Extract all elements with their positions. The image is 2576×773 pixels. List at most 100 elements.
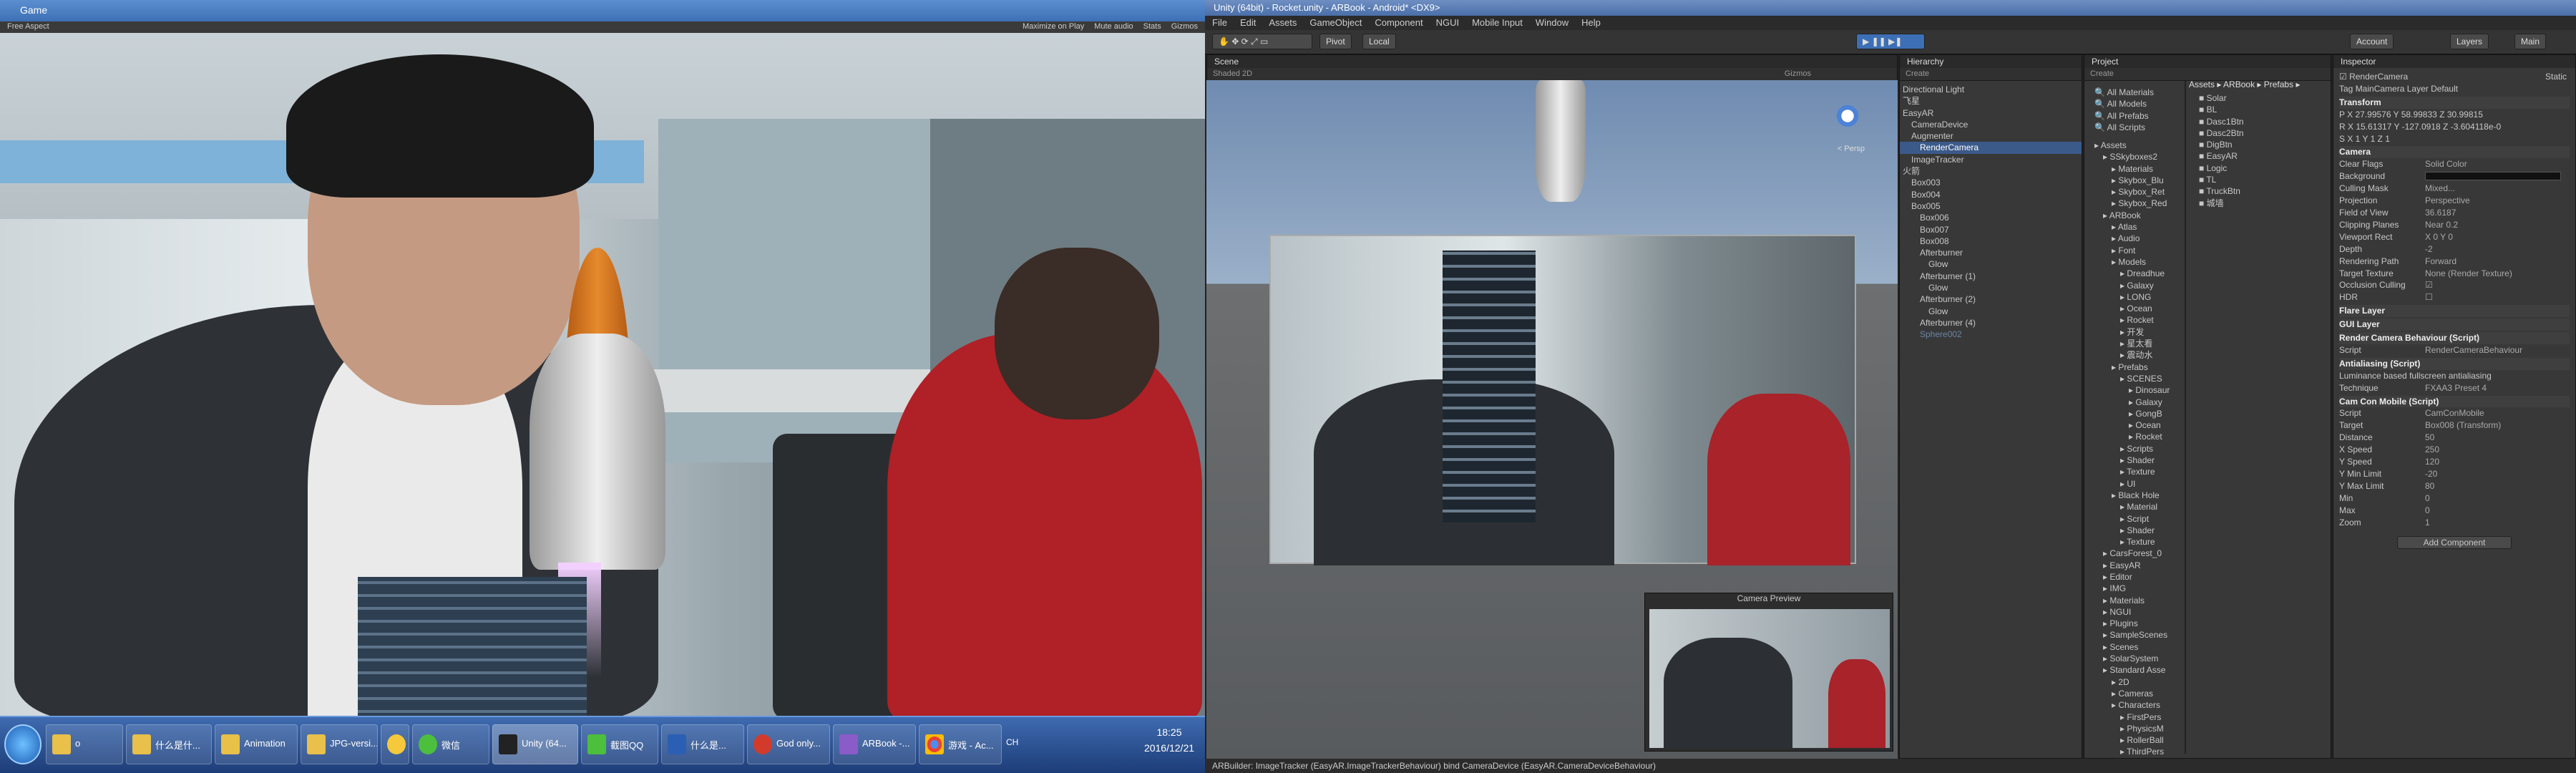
menu-edit[interactable]: Edit (1240, 17, 1256, 29)
scene-building-model[interactable] (1443, 251, 1536, 522)
camera-property-value[interactable]: Mixed... (2425, 183, 2455, 195)
camcon-property-value[interactable]: 80 (2425, 480, 2434, 492)
scene-shuttle-model[interactable] (1536, 80, 1586, 202)
camcon-property-value[interactable]: -20 (2425, 468, 2437, 480)
add-component-button[interactable]: Add Component (2397, 535, 2512, 550)
camera-property-value[interactable]: ☐ (2425, 291, 2433, 303)
maximize-on-play-toggle[interactable]: Maximize on Play (1023, 22, 1084, 31)
camcon-property-value[interactable]: 1 (2425, 517, 2430, 529)
hierarchy-item[interactable]: Afterburner (2) (1900, 293, 2082, 305)
hierarchy-item[interactable]: Glow (1900, 306, 2082, 317)
hierarchy-item[interactable]: RenderCamera (1900, 142, 2082, 154)
layout-dropdown[interactable]: Main (2514, 34, 2547, 49)
layers-dropdown[interactable]: Layers (2450, 34, 2489, 49)
scene-gizmo-icon[interactable] (1826, 94, 1869, 137)
camera-property-value[interactable]: -2 (2425, 243, 2433, 256)
aspect-dropdown[interactable]: Free Aspect (7, 22, 49, 31)
prefab-item[interactable]: ■ Dasc2Btn (2199, 127, 2328, 139)
render-camera-header[interactable]: Render Camera Behaviour (Script) (2339, 332, 2570, 344)
stats-toggle[interactable]: Stats (1143, 22, 1161, 31)
local-toggle[interactable]: Local (1362, 34, 1396, 49)
scene-image-target-plane[interactable] (1269, 235, 1856, 565)
taskbar-item[interactable]: 微信 (412, 724, 489, 764)
start-button[interactable] (4, 724, 42, 764)
gizmos-dropdown[interactable]: Gizmos (1171, 22, 1198, 31)
game-tab-label[interactable]: Game (20, 4, 47, 16)
taskbar-item[interactable]: Animation (215, 724, 298, 764)
taskbar-item[interactable]: 什么是... (661, 724, 744, 764)
transform-tools[interactable]: ✋ ✥ ⟳ ⤢ ▭ (1212, 34, 1312, 49)
camcon-property-value[interactable]: 120 (2425, 456, 2439, 468)
camcon-property-value[interactable]: 250 (2425, 444, 2439, 456)
hierarchy-item[interactable]: EasyAR (1900, 107, 2082, 119)
hierarchy-item[interactable]: Glow (1900, 258, 2082, 270)
camcon-property-value[interactable]: CamConMobile (2425, 407, 2484, 419)
camera-header[interactable]: Camera (2339, 146, 2570, 159)
hierarchy-item[interactable]: Afterburner (1) (1900, 271, 2082, 282)
menu-window[interactable]: Window (1536, 17, 1568, 29)
hierarchy-item[interactable]: 火箭 (1900, 165, 2082, 177)
taskbar-item[interactable]: o (46, 724, 123, 764)
pivot-toggle[interactable]: Pivot (1319, 34, 1352, 49)
taskbar-item[interactable]: God only... (747, 724, 830, 764)
layer-dropdown[interactable]: Default (2431, 84, 2458, 94)
transform-header[interactable]: Transform (2339, 96, 2570, 109)
play-controls[interactable]: ▶ ❚❚ ▶❚ (1856, 34, 1925, 49)
tab-project[interactable]: Project (2084, 55, 2331, 68)
taskbar-item[interactable]: 游戏 - Ac... (919, 724, 1002, 764)
taskbar-item[interactable]: JPG-versi... (301, 724, 378, 764)
taskbar-item[interactable]: ARBook -... (833, 724, 916, 764)
camera-property-value[interactable]: 36.6187 (2425, 207, 2456, 219)
gui-layer-header[interactable]: GUI Layer (2339, 319, 2570, 331)
prefab-item[interactable]: ■ DigBtn (2199, 139, 2328, 150)
scene-gizmos-dropdown[interactable]: Gizmos (1785, 69, 1811, 78)
prefab-item[interactable]: ■ TruckBtn (2199, 185, 2328, 197)
camcon-property-value[interactable]: 50 (2425, 432, 2434, 444)
hierarchy-item[interactable]: Box003 (1900, 177, 2082, 188)
flare-layer-header[interactable]: Flare Layer (2339, 305, 2570, 318)
camera-property-value[interactable]: X 0 Y 0 (2425, 231, 2453, 243)
taskbar-item[interactable]: Unity (64... (492, 724, 578, 764)
tab-hierarchy[interactable]: Hierarchy (1900, 55, 2082, 68)
system-clock[interactable]: 18:25 2016/12/21 (1141, 724, 1198, 756)
mute-audio-toggle[interactable]: Mute audio (1094, 22, 1133, 31)
prefab-item[interactable]: ■ TL (2199, 174, 2328, 185)
prefab-item[interactable]: ■ EasyAR (2199, 150, 2328, 162)
taskbar-item[interactable]: 截图QQ (581, 724, 658, 764)
hierarchy-item[interactable]: Box004 (1900, 189, 2082, 200)
camera-property-value[interactable]: Near 0.2 (2425, 219, 2458, 231)
account-dropdown[interactable]: Account (2350, 34, 2394, 49)
2d-toggle[interactable]: 2D (1242, 69, 1252, 78)
camera-property-value[interactable]: Perspective (2425, 195, 2470, 207)
taskbar-item[interactable]: 什么是什... (126, 724, 212, 764)
camera-property-value[interactable] (2425, 172, 2561, 181)
hierarchy-item[interactable]: 飞星 (1900, 95, 2082, 107)
camcon-property-value[interactable]: 0 (2425, 505, 2430, 517)
menu-component[interactable]: Component (1375, 17, 1423, 29)
tab-inspector[interactable]: Inspector (2333, 55, 2575, 68)
camera-property-value[interactable]: Forward (2425, 256, 2457, 268)
project-create-button[interactable]: Create (2090, 69, 2114, 78)
taskbar-item[interactable] (381, 724, 409, 764)
camera-property-value[interactable]: Solid Color (2425, 158, 2467, 170)
camera-property-value[interactable]: None (Render Texture) (2425, 268, 2512, 280)
menu-gameobject[interactable]: GameObject (1309, 17, 1362, 29)
hierarchy-create-button[interactable]: Create (1906, 69, 1929, 78)
hierarchy-item[interactable]: Box006 (1900, 212, 2082, 223)
prefab-item[interactable]: ■ Logic (2199, 162, 2328, 174)
ime-indicator[interactable]: CH (1006, 737, 1018, 747)
hierarchy-item[interactable]: Sphere002 (1900, 329, 2082, 340)
hierarchy-item[interactable]: Directional Light (1900, 84, 2082, 95)
persp-label[interactable]: < Persp (1838, 145, 1865, 153)
object-name-field[interactable]: RenderCamera (2349, 72, 2408, 82)
prefab-item[interactable]: ■ Dasc1Btn (2199, 116, 2328, 127)
antialiasing-header[interactable]: Antialiasing (Script) (2339, 357, 2570, 370)
hierarchy-item[interactable]: Afterburner (4) (1900, 317, 2082, 329)
prefab-item[interactable]: ■ 城墙 (2199, 198, 2328, 209)
static-toggle[interactable]: Static (2545, 71, 2567, 83)
camera-property-value[interactable]: ☑ (2425, 279, 2433, 291)
menu-assets[interactable]: Assets (1269, 17, 1297, 29)
prefab-item[interactable]: ■ Solar (2199, 92, 2328, 104)
hierarchy-item[interactable]: CameraDevice (1900, 119, 2082, 130)
menu-help[interactable]: Help (1581, 17, 1601, 29)
